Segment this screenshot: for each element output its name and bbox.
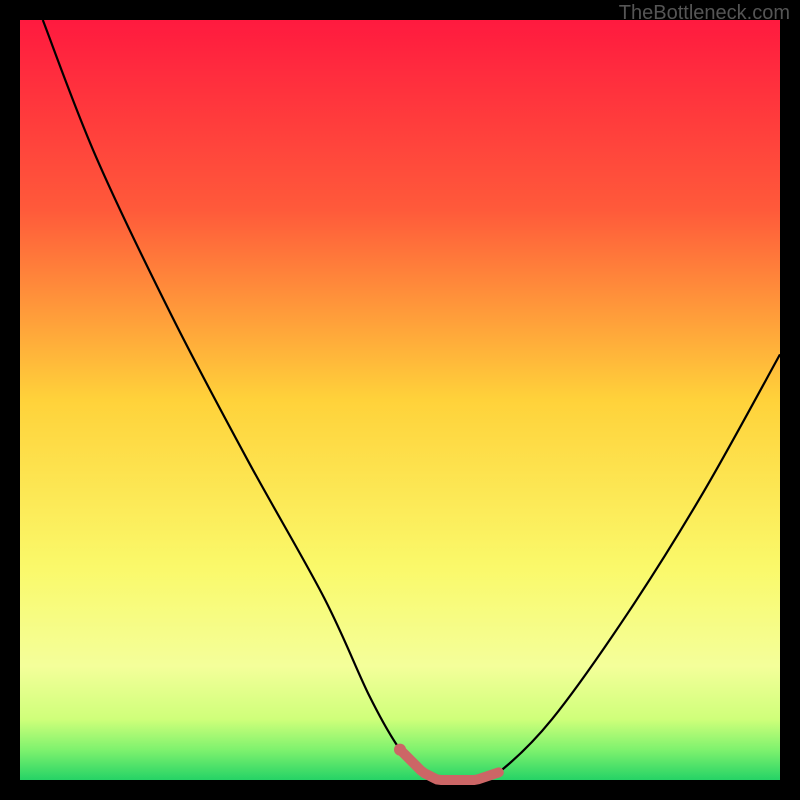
flat-region-start-dot [394,744,406,756]
plot-area [20,20,780,780]
chart-frame: TheBottleneck.com [0,0,800,800]
flat-region-marker [400,750,499,780]
curve-layer [20,20,780,780]
bottleneck-curve [43,20,780,781]
attribution-text: TheBottleneck.com [619,2,790,25]
